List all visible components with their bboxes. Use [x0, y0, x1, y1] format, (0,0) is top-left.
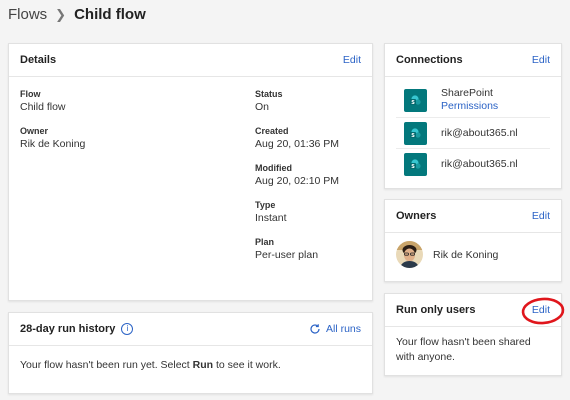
owners-edit-button[interactable]: Edit: [532, 210, 550, 222]
run-only-users-edit-button[interactable]: Edit: [521, 297, 565, 325]
field-flow: Flow Child flow: [20, 88, 85, 114]
field-value: Aug 20, 01:36 PM: [255, 138, 340, 150]
field-value: Instant: [255, 212, 287, 224]
field-label: Status: [255, 89, 283, 99]
field-label: Plan: [255, 237, 275, 247]
details-card: Details Edit Flow Child flow Owner Rik d…: [8, 43, 373, 301]
connections-edit-button[interactable]: Edit: [532, 54, 550, 66]
connection-permissions-link[interactable]: Permissions: [441, 100, 498, 113]
field-value: Aug 20, 02:10 PM: [255, 175, 340, 187]
all-runs-button[interactable]: All runs: [309, 323, 361, 335]
connection-item: S SharePoint Permissions: [396, 83, 550, 118]
field-created: Created Aug 20, 01:36 PM: [255, 125, 339, 151]
connections-list: S SharePoint Permissions S rik@about365.…: [385, 77, 561, 179]
field-type: Type Instant: [255, 199, 339, 225]
svg-text:S: S: [411, 99, 415, 105]
field-modified: Modified Aug 20, 02:10 PM: [255, 162, 339, 188]
svg-text:S: S: [411, 132, 415, 138]
connections-header: Connections Edit: [385, 44, 561, 77]
svg-text:S: S: [411, 163, 415, 169]
details-right-column: Status On Created Aug 20, 01:36 PM Modif…: [255, 88, 339, 273]
page-title: Child flow: [74, 6, 146, 23]
run-only-users-card: Run only users Edit Your flow hasn't bee…: [384, 293, 565, 376]
connection-name: SharePoint: [441, 87, 493, 99]
chevron-right-icon: ❯: [55, 6, 67, 22]
connections-title: Connections: [396, 54, 463, 66]
details-left-column: Flow Child flow Owner Rik de Koning: [20, 88, 85, 162]
sharepoint-icon: S: [404, 152, 427, 176]
owners-title: Owners: [396, 210, 437, 222]
all-runs-label: All runs: [325, 323, 361, 335]
run-message-bold: Run: [192, 359, 214, 371]
field-value: Child flow: [20, 101, 66, 113]
owners-header: Owners Edit: [385, 200, 561, 233]
run-history-message: Your flow hasn't been run yet. Select Ru…: [9, 346, 372, 384]
run-message-prefix: Your flow hasn't been run yet. Select: [20, 359, 193, 371]
details-edit-button[interactable]: Edit: [343, 54, 361, 66]
owner-item: Rik de Koning: [385, 233, 561, 276]
details-title: Details: [20, 54, 57, 66]
field-value: On: [255, 101, 270, 113]
owner-name: Rik de Koning: [433, 248, 499, 261]
run-only-users-header: Run only users Edit: [385, 294, 565, 327]
field-label: Created: [255, 126, 289, 136]
connection-name: rik@about365.nl: [441, 157, 518, 170]
refresh-icon: [310, 324, 320, 334]
field-value: Rik de Koning: [20, 138, 86, 150]
field-value: Per-user plan: [255, 249, 319, 261]
field-label: Flow: [20, 89, 41, 99]
run-only-users-message: Your flow hasn't been shared with anyone…: [396, 336, 531, 363]
run-history-title-group: 28-day run history i: [20, 323, 134, 335]
run-history-header: 28-day run history i All runs: [9, 313, 372, 346]
sharepoint-icon: S: [404, 121, 427, 145]
owners-card: Owners Edit Rik de Koning: [384, 199, 562, 282]
run-history-title: 28-day run history: [20, 323, 116, 335]
connection-item: S rik@about365.nl: [396, 118, 550, 149]
connections-card: Connections Edit S SharePoint Permission…: [384, 43, 562, 189]
run-only-users-title: Run only users: [396, 304, 476, 316]
connection-name: rik@about365.nl: [441, 126, 518, 139]
field-label: Type: [255, 200, 276, 210]
run-history-card: 28-day run history i All runs Your flow …: [8, 312, 373, 394]
run-message-suffix: to see it work.: [213, 359, 281, 371]
sharepoint-icon: S: [404, 88, 427, 112]
connection-text: SharePoint Permissions: [441, 87, 498, 113]
breadcrumb: Flows ❯ Child flow: [8, 6, 146, 23]
field-label: Modified: [255, 163, 292, 173]
breadcrumb-flows-link[interactable]: Flows: [8, 6, 47, 23]
details-header: Details Edit: [9, 44, 372, 77]
field-label: Owner: [20, 126, 49, 136]
field-plan: Plan Per-user plan: [255, 236, 339, 262]
avatar: [396, 241, 423, 268]
info-icon[interactable]: i: [121, 323, 134, 335]
field-owner: Owner Rik de Koning: [20, 125, 85, 151]
connection-item: S rik@about365.nl: [396, 149, 550, 179]
run-only-users-edit-label: Edit: [531, 304, 550, 316]
field-status: Status On: [255, 88, 339, 114]
